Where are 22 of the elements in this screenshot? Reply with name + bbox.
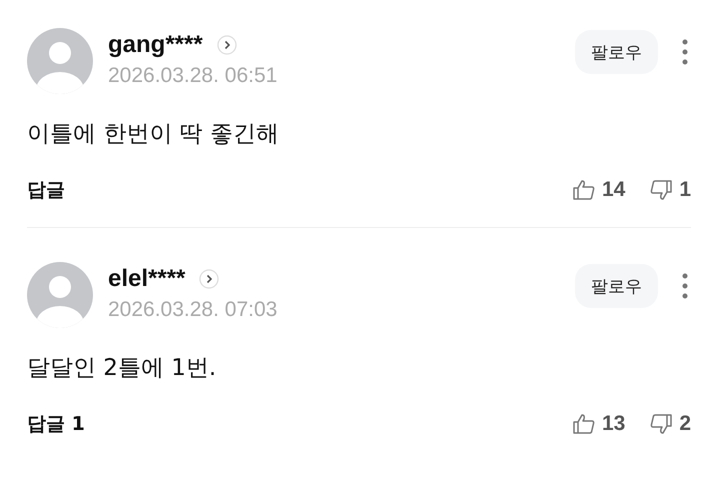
follow-button[interactable]: 팔로우	[575, 30, 658, 74]
chevron-right-icon[interactable]	[216, 35, 237, 55]
like-count: 13	[602, 412, 626, 436]
dislike-count: 1	[679, 178, 691, 202]
comment-date: 2026.03.28. 07:03	[108, 298, 278, 322]
thumbs-up-icon[interactable]	[572, 412, 596, 436]
follow-button[interactable]: 팔로우	[575, 264, 658, 308]
dislike-count: 2	[679, 412, 691, 436]
comment-date: 2026.03.28. 06:51	[108, 64, 278, 88]
thumbs-up-icon[interactable]	[572, 178, 596, 202]
thumbs-down-icon[interactable]	[649, 412, 674, 436]
username[interactable]: gang****	[108, 31, 203, 59]
username[interactable]: elel****	[108, 265, 186, 293]
comment-text: 달달인 2틀에 1번.	[27, 354, 218, 383]
more-options-icon[interactable]	[682, 39, 688, 65]
reply-button[interactable]: 답글 1	[27, 411, 85, 437]
chevron-right-icon[interactable]	[199, 269, 220, 289]
thumbs-down-icon[interactable]	[649, 178, 674, 202]
reply-button[interactable]: 답글	[27, 177, 65, 203]
comment-text: 이틀에 한번이 딱 좋긴해	[27, 120, 280, 149]
like-count: 14	[602, 178, 626, 202]
more-options-icon[interactable]	[682, 273, 688, 299]
